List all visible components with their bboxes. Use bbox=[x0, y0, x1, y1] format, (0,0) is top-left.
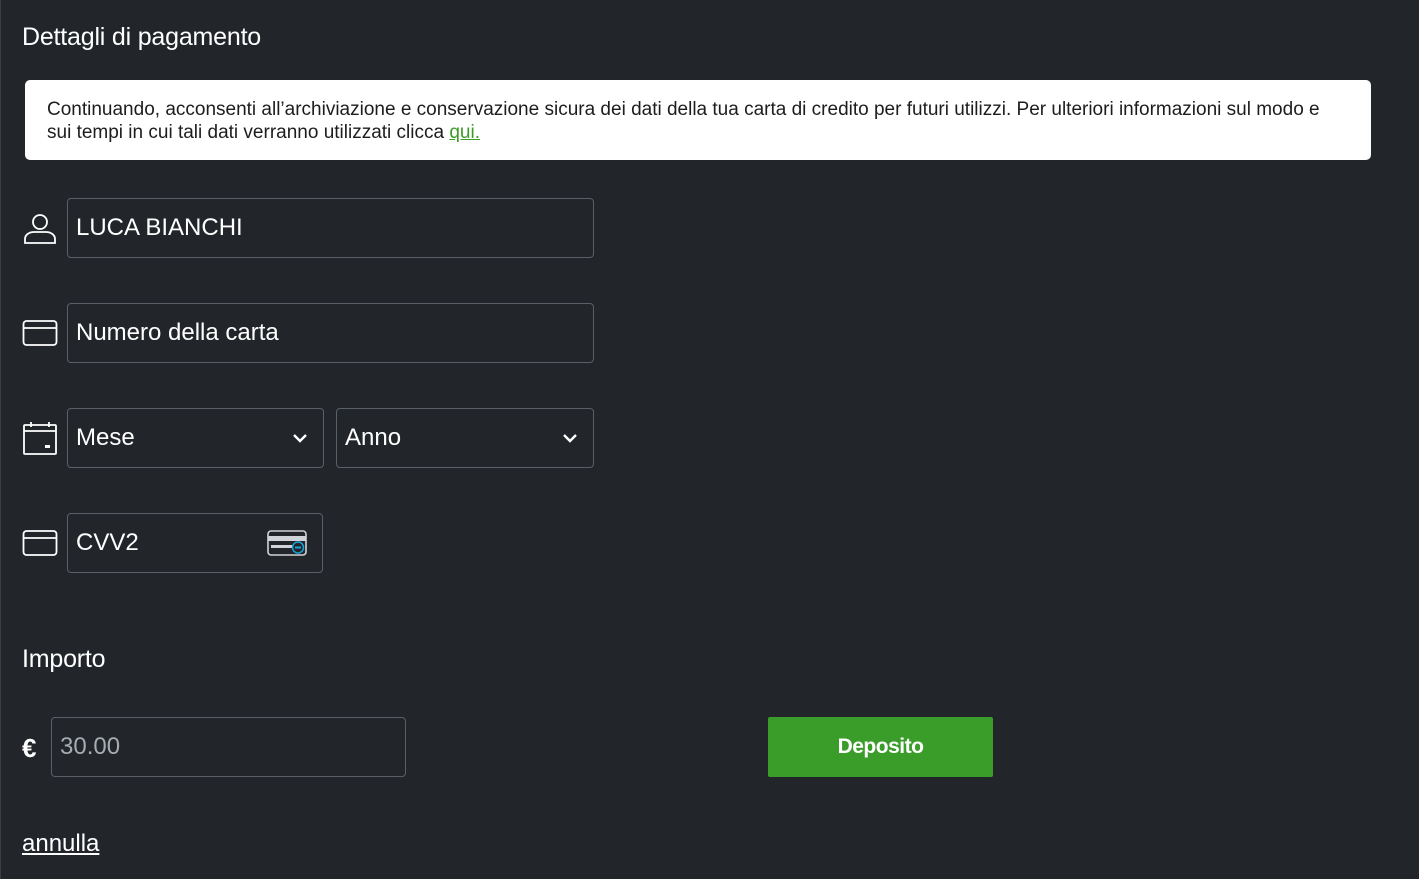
amount-input[interactable] bbox=[52, 718, 405, 776]
payment-details-title: Dettagli di pagamento bbox=[22, 23, 262, 51]
card-number-input[interactable] bbox=[68, 304, 593, 362]
amount-title: Importo bbox=[22, 645, 106, 673]
card-number-field[interactable] bbox=[67, 303, 594, 363]
credit-card-icon bbox=[22, 525, 58, 561]
expiry-month-select[interactable]: Mese bbox=[67, 408, 324, 468]
storage-notice: Continuando, acconsenti all’archiviazion… bbox=[25, 80, 1371, 160]
expiry-month-label: Mese bbox=[76, 424, 135, 451]
user-icon bbox=[22, 210, 58, 246]
cardholder-name-field[interactable] bbox=[67, 198, 594, 258]
chevron-down-icon bbox=[563, 434, 577, 443]
cardholder-name-input[interactable] bbox=[68, 199, 593, 257]
payment-page: Dettagli di pagamento Continuando, accon… bbox=[0, 0, 1419, 879]
deposit-button[interactable]: Deposito bbox=[768, 717, 993, 777]
cvv-card-icon bbox=[267, 530, 307, 556]
credit-card-icon bbox=[22, 315, 58, 351]
calendar-icon bbox=[22, 420, 58, 456]
amount-field[interactable] bbox=[51, 717, 406, 777]
cancel-link[interactable]: annulla bbox=[22, 830, 99, 858]
notice-info-link[interactable]: qui. bbox=[449, 122, 480, 143]
chevron-down-icon bbox=[293, 434, 307, 443]
expiry-year-select[interactable]: Anno bbox=[336, 408, 594, 468]
cvv-field[interactable] bbox=[67, 513, 323, 573]
euro-currency-symbol: € bbox=[22, 733, 37, 763]
cvv-input[interactable] bbox=[68, 514, 256, 572]
expiry-year-label: Anno bbox=[345, 424, 402, 451]
notice-text: Continuando, acconsenti all’archiviazion… bbox=[47, 99, 1320, 143]
